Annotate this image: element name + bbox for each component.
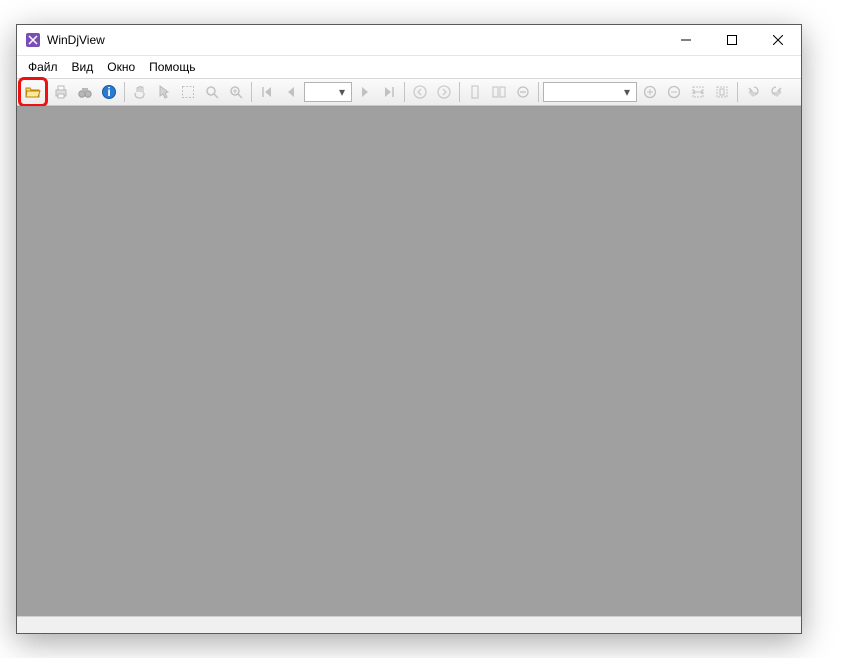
facing-pages-button[interactable] bbox=[488, 81, 510, 103]
app-icon bbox=[25, 32, 41, 48]
first-page-button[interactable] bbox=[256, 81, 278, 103]
hand-icon bbox=[132, 84, 148, 100]
next-page-icon bbox=[357, 84, 373, 100]
rotate-left-button[interactable] bbox=[742, 81, 764, 103]
facing-pages-icon bbox=[491, 84, 507, 100]
binoculars-icon bbox=[77, 84, 93, 100]
continuous-icon bbox=[515, 84, 531, 100]
single-page-button[interactable] bbox=[464, 81, 486, 103]
chevron-down-icon: ▾ bbox=[620, 84, 634, 100]
last-page-icon bbox=[381, 84, 397, 100]
chevron-down-icon: ▾ bbox=[335, 84, 349, 100]
rotate-right-button[interactable] bbox=[766, 81, 788, 103]
nav-forward-button[interactable] bbox=[433, 81, 455, 103]
rotate-right-icon bbox=[769, 84, 785, 100]
fit-page-icon bbox=[714, 84, 730, 100]
app-window: WinDjView Файл Вид Окно Помощь i ▾ bbox=[16, 24, 802, 634]
fit-width-button[interactable] bbox=[687, 81, 709, 103]
info-icon: i bbox=[101, 84, 117, 100]
back-icon bbox=[412, 84, 428, 100]
menubar: Файл Вид Окно Помощь bbox=[17, 56, 801, 78]
magnifier-icon bbox=[204, 84, 220, 100]
select-tool-button[interactable] bbox=[153, 81, 175, 103]
maximize-button[interactable] bbox=[709, 25, 755, 56]
separator bbox=[538, 82, 539, 102]
magnify-tool-button[interactable] bbox=[201, 81, 223, 103]
menu-view[interactable]: Вид bbox=[65, 58, 101, 76]
separator bbox=[124, 82, 125, 102]
separator bbox=[737, 82, 738, 102]
separator bbox=[459, 82, 460, 102]
info-button[interactable]: i bbox=[98, 81, 120, 103]
svg-text:i: i bbox=[107, 85, 110, 99]
next-page-button[interactable] bbox=[354, 81, 376, 103]
loupe-icon bbox=[228, 84, 244, 100]
page-combo[interactable]: ▾ bbox=[304, 82, 352, 102]
menu-help[interactable]: Помощь bbox=[142, 58, 202, 76]
marquee-tool-button[interactable] bbox=[177, 81, 199, 103]
printer-icon bbox=[53, 84, 69, 100]
folder-open-icon bbox=[25, 84, 41, 100]
zoom-combo[interactable]: ▾ bbox=[543, 82, 637, 102]
zoom-in-icon bbox=[642, 84, 658, 100]
nav-back-button[interactable] bbox=[409, 81, 431, 103]
zoom-out-icon bbox=[666, 84, 682, 100]
forward-icon bbox=[436, 84, 452, 100]
cursor-icon bbox=[156, 84, 172, 100]
continuous-button[interactable] bbox=[512, 81, 534, 103]
zoom-in-button[interactable] bbox=[639, 81, 661, 103]
close-button[interactable] bbox=[755, 25, 801, 56]
open-highlight bbox=[18, 77, 48, 107]
minimize-button[interactable] bbox=[663, 25, 709, 56]
open-button[interactable] bbox=[22, 81, 44, 103]
separator bbox=[251, 82, 252, 102]
titlebar: WinDjView bbox=[17, 25, 801, 56]
app-title: WinDjView bbox=[47, 33, 105, 47]
prev-page-icon bbox=[283, 84, 299, 100]
separator bbox=[404, 82, 405, 102]
rotate-left-icon bbox=[745, 84, 761, 100]
fit-width-icon bbox=[690, 84, 706, 100]
marquee-icon bbox=[180, 84, 196, 100]
zoom-out-button[interactable] bbox=[663, 81, 685, 103]
document-area bbox=[17, 106, 801, 633]
first-page-icon bbox=[259, 84, 275, 100]
hand-tool-button[interactable] bbox=[129, 81, 151, 103]
loupe-tool-button[interactable] bbox=[225, 81, 247, 103]
horizontal-scrollbar[interactable] bbox=[17, 616, 801, 633]
single-page-icon bbox=[467, 84, 483, 100]
menu-window[interactable]: Окно bbox=[100, 58, 142, 76]
toolbar: i ▾ ▾ bbox=[17, 78, 801, 106]
prev-page-button[interactable] bbox=[280, 81, 302, 103]
fit-page-button[interactable] bbox=[711, 81, 733, 103]
menu-file[interactable]: Файл bbox=[21, 58, 65, 76]
last-page-button[interactable] bbox=[378, 81, 400, 103]
find-button[interactable] bbox=[74, 81, 96, 103]
print-button[interactable] bbox=[50, 81, 72, 103]
